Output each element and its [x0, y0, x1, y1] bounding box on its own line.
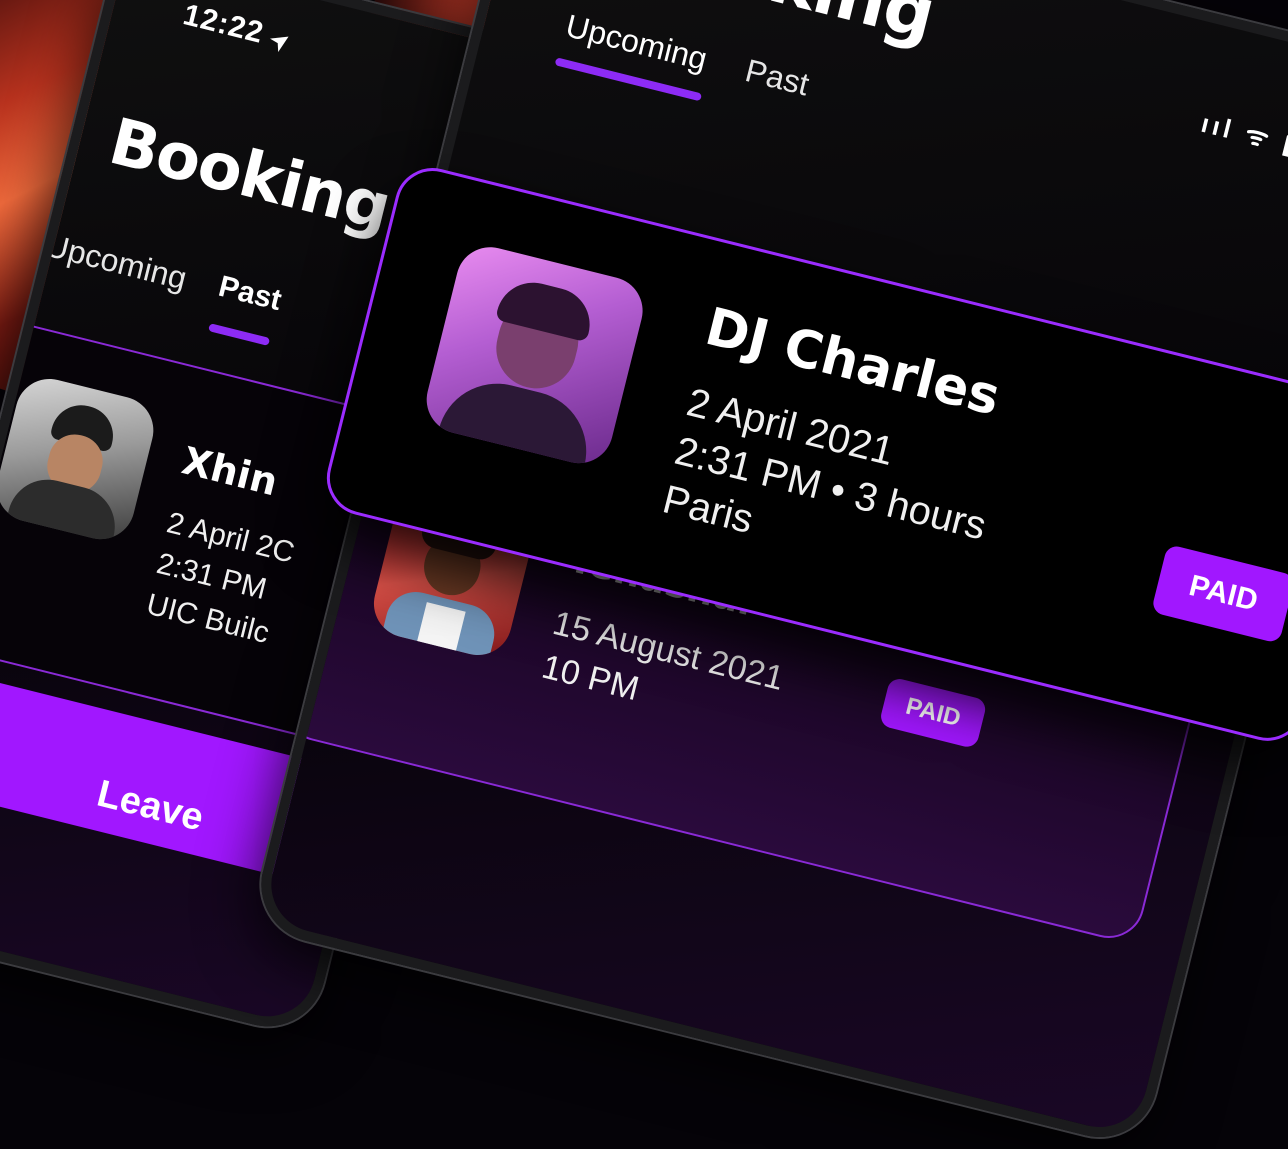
page-title: Booking [102, 104, 398, 246]
shoulders-shape [3, 471, 124, 547]
card-name: Xhin [177, 438, 283, 505]
tab-upcoming[interactable]: Upcoming [42, 227, 191, 298]
paid-badge: PAID [878, 676, 988, 750]
tab-past[interactable]: Past [215, 270, 284, 318]
shirt-shape [436, 370, 599, 471]
leave-button-label: Leave [92, 772, 208, 840]
paid-badge: PAID [1150, 543, 1288, 644]
status-time: 12:22 ➤ [179, 0, 296, 57]
status-icons: ııl ᯤ ▮ [1198, 107, 1288, 162]
location-arrow-icon: ➤ [266, 24, 296, 57]
tab-past[interactable]: Past [742, 52, 813, 103]
avatar [419, 239, 650, 471]
avatar [0, 371, 161, 547]
tab-underline [208, 323, 271, 346]
